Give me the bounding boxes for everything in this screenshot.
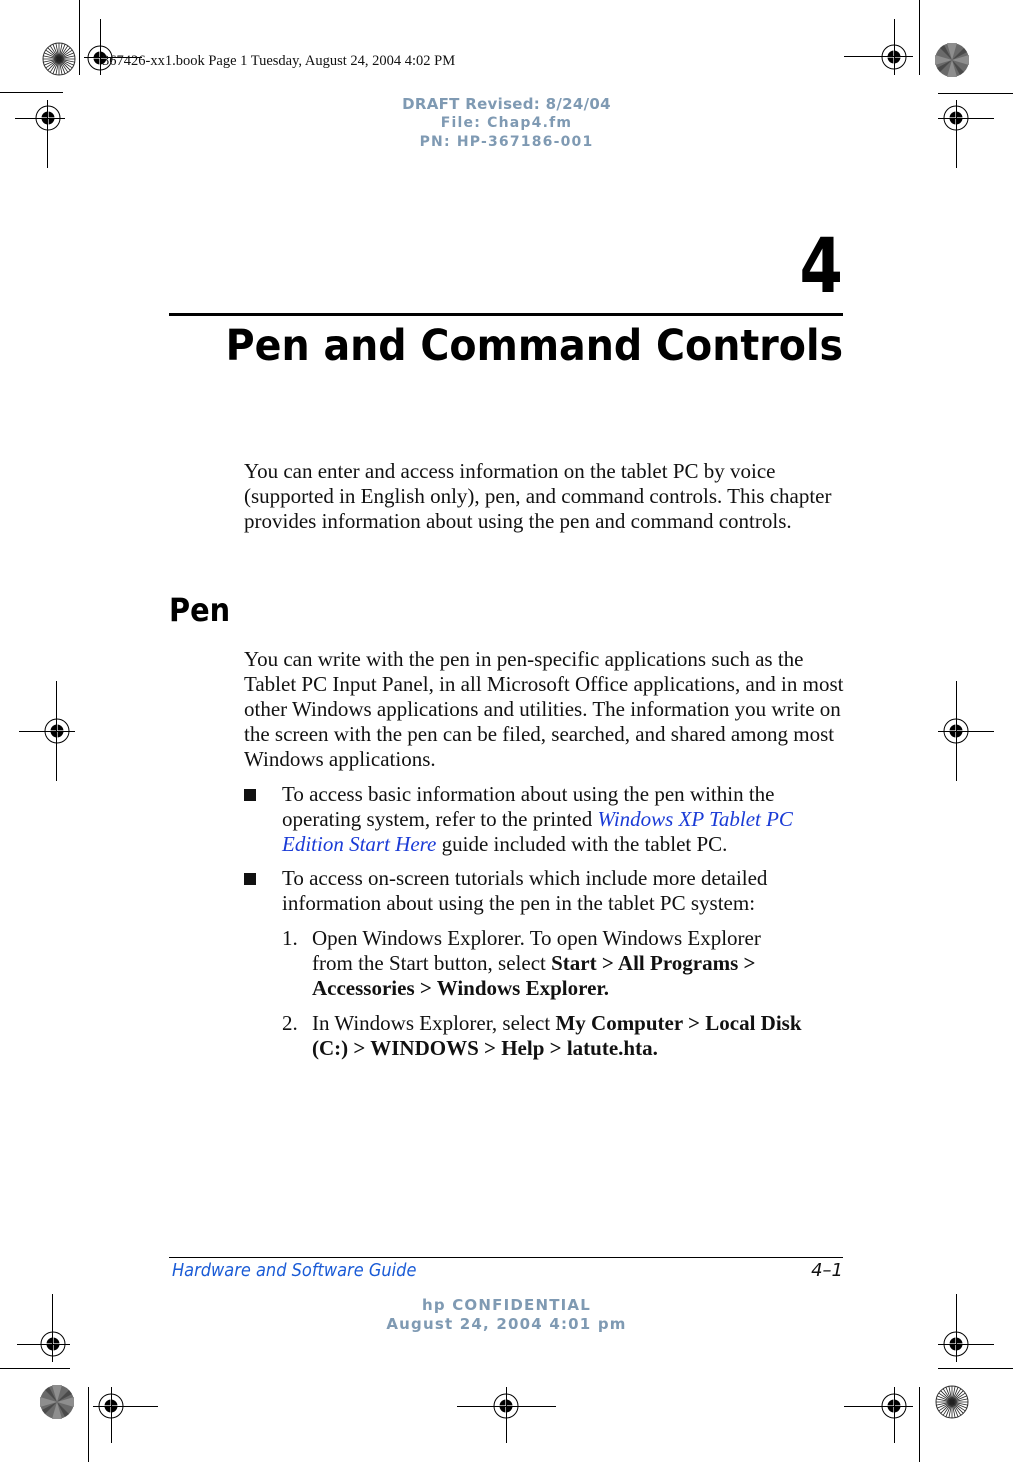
chapter-title: Pen and Command Controls [225,321,843,371]
gray-starburst-icon [40,1385,74,1419]
gray-starburst-icon [935,43,969,77]
bullet-text: To access basic information about using … [282,782,844,857]
chapter-rule [169,313,843,316]
step-number: 2. [282,1011,298,1035]
bullet-text: To access on-screen tutorials which incl… [282,866,768,915]
footer-page-number: 4–1 [811,1260,843,1281]
step-number: 1. [282,926,298,950]
confidential-date: August 24, 2004 4:01 pm [386,1315,627,1333]
step-text-plain: In Windows Explorer, select [312,1011,556,1035]
confidential-label: hp CONFIDENTIAL [421,1296,591,1314]
section-heading: Pen [169,591,231,629]
draft-header: DRAFT Revised: 8/24/04 File: Chap4.fm PN… [0,94,1013,152]
bullet-square-icon [244,789,256,801]
color-bar-starburst-icon [935,1385,969,1419]
footer-rule [169,1257,843,1258]
step-item: 2. In Windows Explorer, select My Comput… [282,1011,802,1061]
bullet-square-icon [244,873,256,885]
draft-pn-line: PN: HP-367186-001 [419,134,594,150]
draft-revised-line: DRAFT Revised: 8/24/04 [402,95,611,113]
step-item: 1. Open Windows Explorer. To open Window… [282,926,802,1001]
section-paragraph: You can write with the pen in pen-specif… [244,647,844,771]
bullet-text-after: guide included with the tablet PC. [436,832,728,856]
confidential-footer: hp CONFIDENTIAL August 24, 2004 4:01 pm [0,1296,1013,1334]
intro-paragraph: You can enter and access information on … [244,459,832,533]
color-bar-starburst-icon [42,42,76,76]
bullet-item: To access basic information about using … [244,782,844,857]
step-text: Open Windows Explorer. To open Windows E… [312,926,802,1001]
footer-guide-title: Hardware and Software Guide [172,1260,417,1281]
chapter-number: 4 [799,221,843,310]
draft-file-line: File: Chap4.fm [440,115,573,131]
step-text: In Windows Explorer, select My Computer … [312,1011,802,1061]
bullet-item: To access on-screen tutorials which incl… [244,866,844,916]
book-slug-line: 367426-xx1.book Page 1 Tuesday, August 2… [102,53,456,69]
